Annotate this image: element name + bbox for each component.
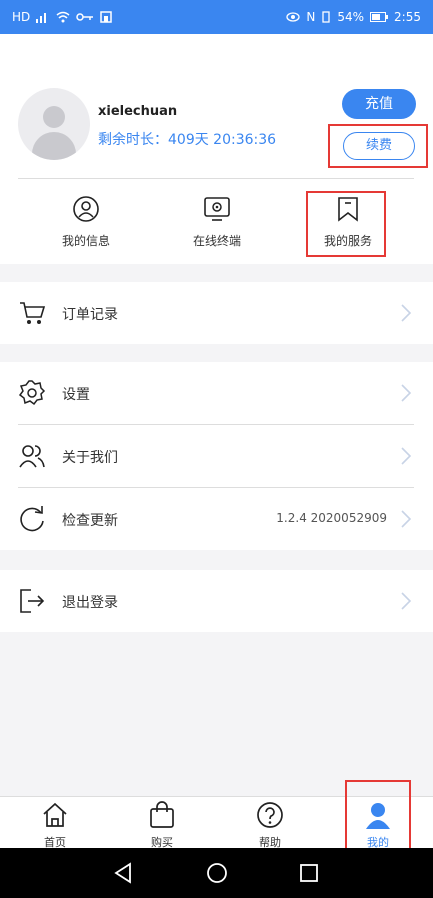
tab-help[interactable]: 帮助	[240, 801, 300, 850]
menu-group-logout: 退出登录	[0, 570, 433, 632]
remaining-time: 剩余时长：409天 20:36:36	[98, 132, 277, 148]
help-icon	[257, 802, 283, 828]
shopping-bag-icon	[150, 801, 174, 828]
key-icon	[76, 13, 94, 21]
users-icon	[19, 445, 45, 468]
username: xielechuan	[98, 104, 178, 119]
recents-icon[interactable]	[296, 860, 322, 886]
refresh-icon	[20, 506, 44, 532]
tab-buy[interactable]: 购买	[132, 801, 192, 850]
gear-icon	[18, 380, 46, 406]
shortcut-my-info[interactable]: 我的信息	[26, 196, 146, 249]
chevron-right-icon	[401, 384, 412, 402]
eye-icon	[286, 12, 301, 22]
status-bar: HD N 54% 2:55	[0, 0, 433, 34]
nfc-icon: N	[306, 10, 316, 24]
signal-icon	[36, 13, 47, 23]
avatar[interactable]	[18, 88, 90, 160]
chevron-right-icon	[401, 304, 412, 322]
menu-label: 退出登录	[62, 595, 118, 611]
home-icon	[43, 802, 67, 827]
app-icon	[100, 11, 113, 23]
user-circle-icon	[73, 196, 99, 222]
tab-home[interactable]: 首页	[25, 801, 85, 850]
hd-icon: HD	[12, 10, 31, 24]
profile-card: xielechuan 剩余时长：409天 20:36:36 充值 续费 我的信息…	[0, 34, 433, 264]
highlight-box-renew	[328, 124, 428, 168]
chevron-right-icon	[401, 510, 412, 528]
highlight-box-mine	[345, 780, 411, 854]
version-value: 1.2.4 2020052909	[276, 511, 387, 525]
logout-icon	[20, 589, 45, 613]
menu-item-orders[interactable]: 订单记录	[0, 282, 433, 344]
menu-label: 检查更新	[62, 513, 118, 529]
cart-icon	[20, 302, 46, 324]
menu-group-app: 设置 关于我们 检查更新 1.2.4 2020052909	[0, 362, 433, 550]
menu-label: 订单记录	[62, 307, 118, 323]
wifi-icon	[56, 11, 70, 23]
status-left: HD	[12, 10, 113, 24]
status-time: 2:55	[394, 10, 421, 24]
menu-item-logout[interactable]: 退出登录	[0, 570, 433, 632]
battery-percent: 54%	[337, 10, 365, 24]
back-icon[interactable]	[110, 860, 136, 886]
menu-item-check-update[interactable]: 检查更新 1.2.4 2020052909	[0, 488, 433, 550]
highlight-box-service	[306, 191, 386, 257]
shortcut-online-terminal[interactable]: 在线终端	[157, 196, 277, 249]
shortcut-label: 在线终端	[192, 234, 241, 248]
avatar-body	[32, 132, 76, 160]
home-button-icon[interactable]	[204, 860, 230, 886]
menu-group-orders: 订单记录	[0, 282, 433, 344]
menu-label: 设置	[62, 387, 90, 403]
chevron-right-icon	[401, 447, 412, 465]
avatar-head	[43, 106, 65, 128]
recharge-button[interactable]: 充值	[342, 89, 416, 119]
vibrate-icon	[322, 11, 331, 23]
system-nav-bar	[0, 848, 433, 898]
menu-label: 关于我们	[62, 450, 118, 466]
profile-divider	[18, 178, 414, 179]
battery-icon	[370, 12, 389, 22]
chevron-right-icon	[401, 592, 412, 610]
menu-item-about[interactable]: 关于我们	[0, 425, 433, 487]
shortcut-label: 我的信息	[61, 234, 110, 248]
terminal-icon	[204, 197, 230, 221]
status-right: N 54% 2:55	[286, 10, 421, 24]
menu-item-settings[interactable]: 设置	[0, 362, 433, 424]
